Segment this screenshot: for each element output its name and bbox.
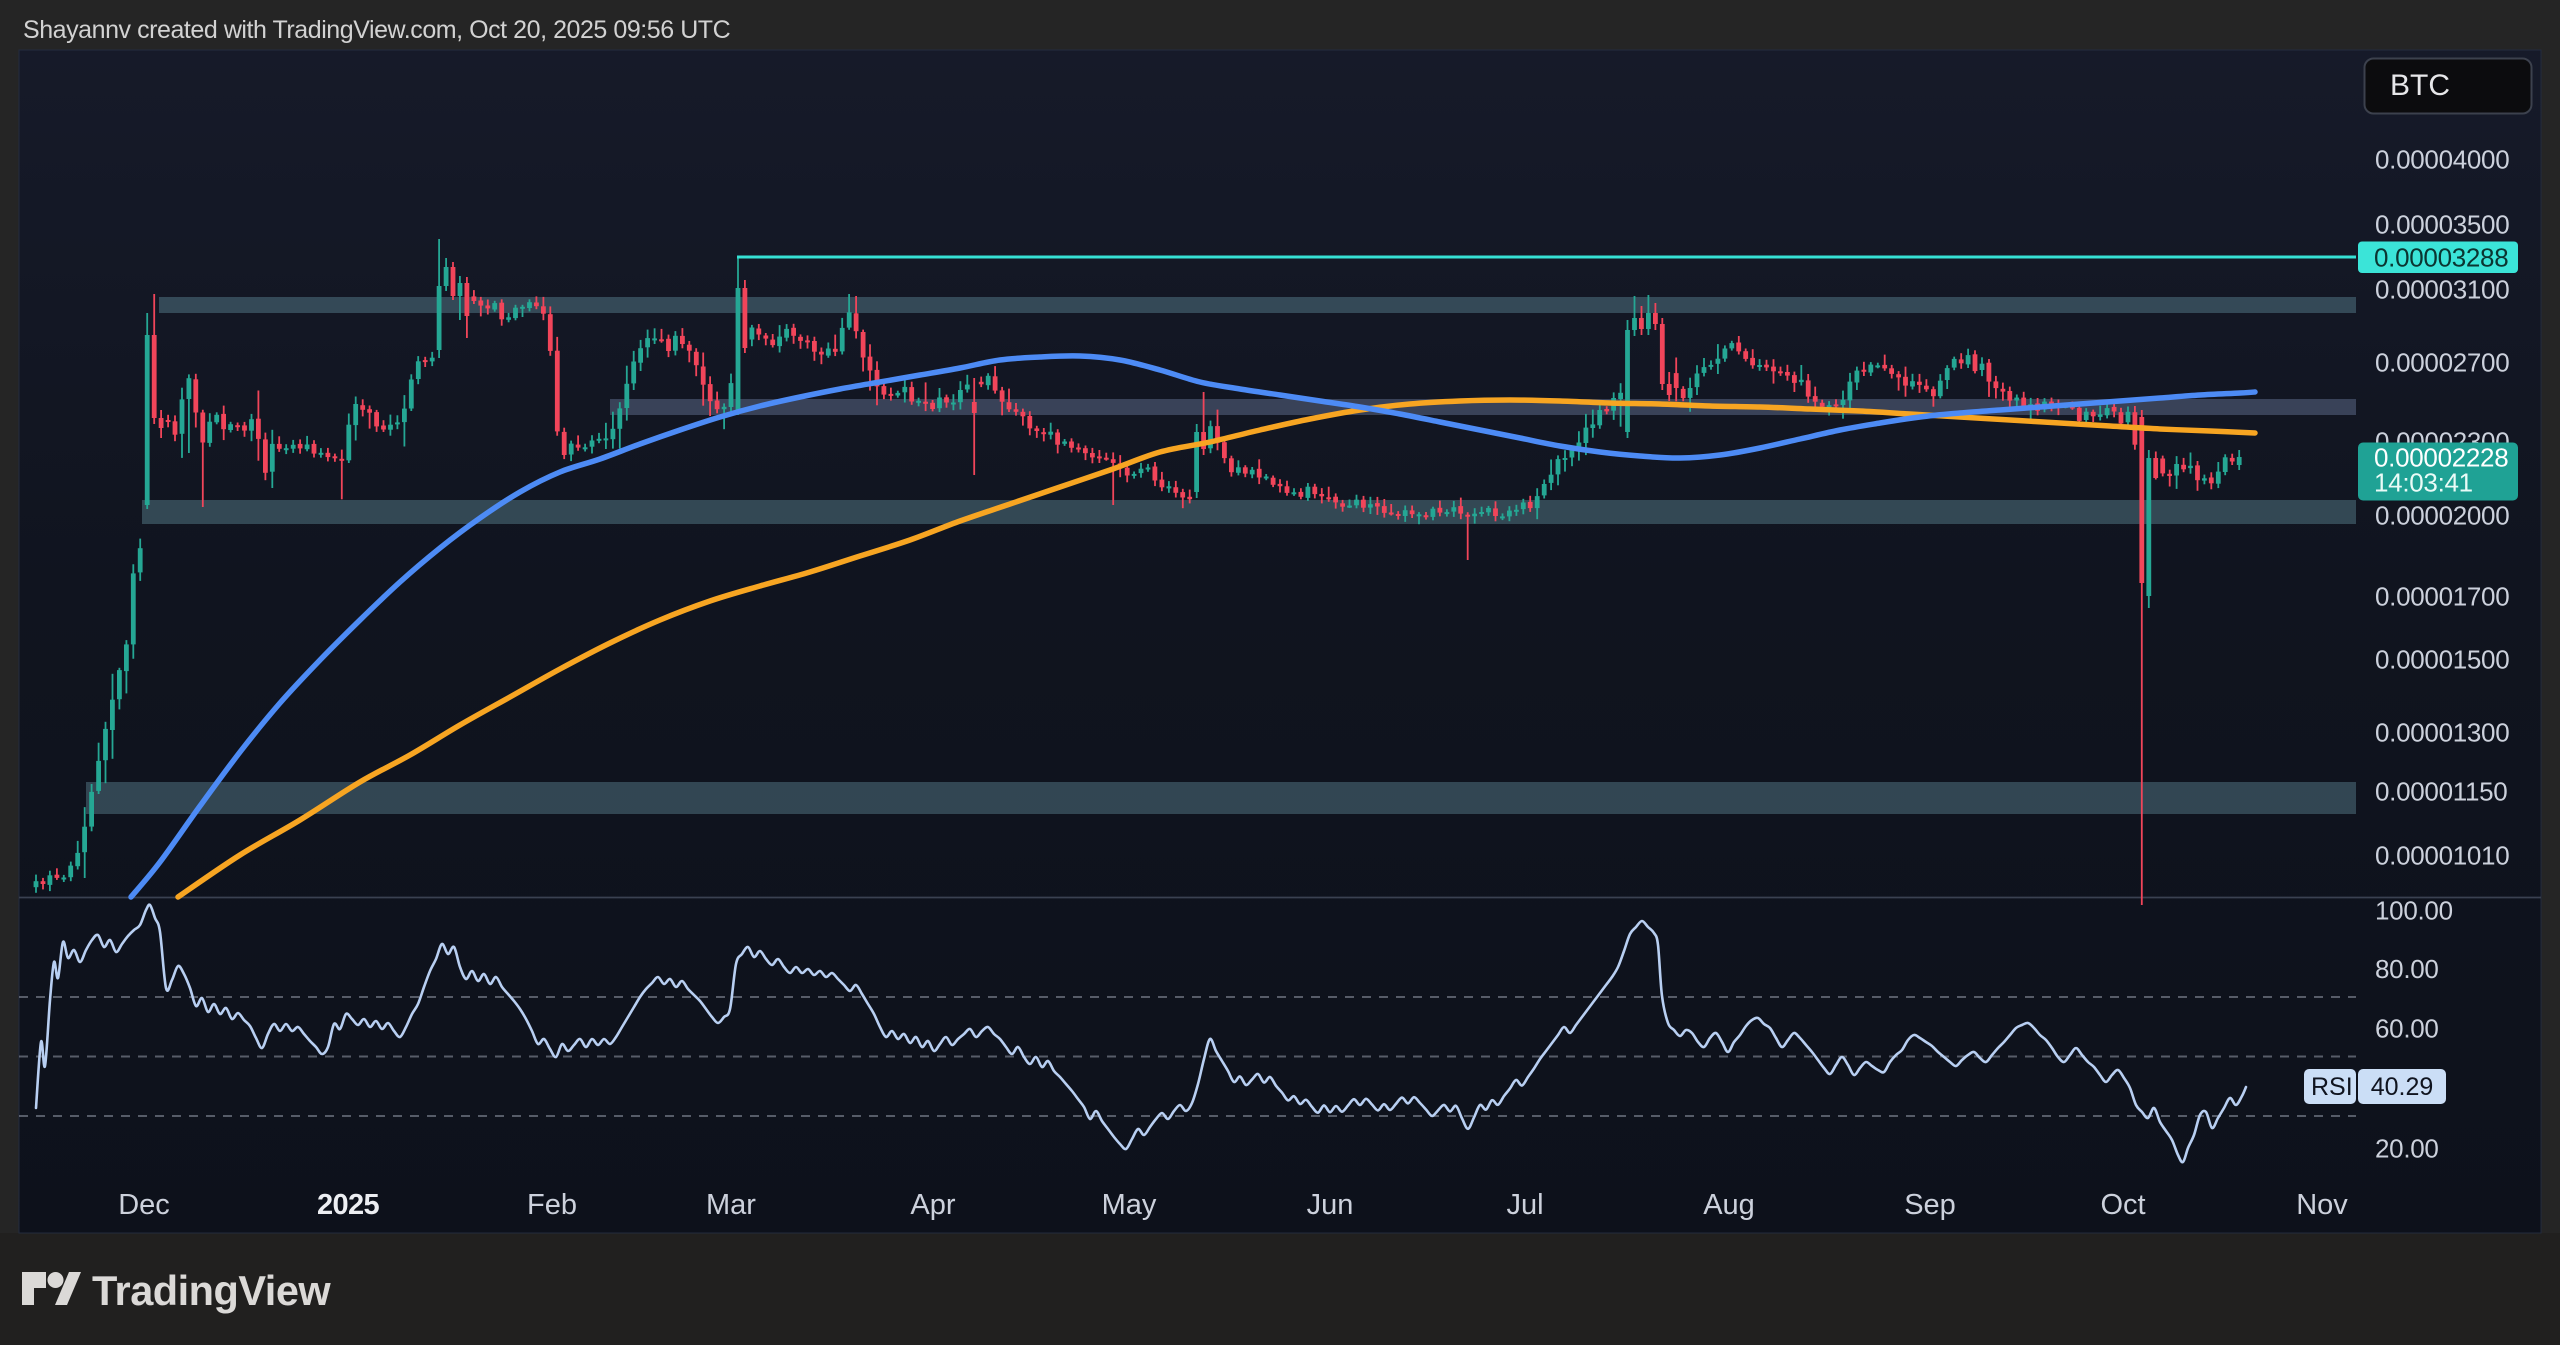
svg-text:RSI: RSI (2311, 1073, 2353, 1101)
svg-text:Feb: Feb (527, 1189, 577, 1221)
svg-text:0.00001300: 0.00001300 (2375, 718, 2509, 748)
svg-text:14:03:41: 14:03:41 (2374, 468, 2473, 498)
svg-text:May: May (1102, 1189, 1157, 1221)
svg-text:Apr: Apr (910, 1189, 955, 1221)
svg-text:0.00002700: 0.00002700 (2375, 348, 2509, 378)
svg-text:0.00003500: 0.00003500 (2375, 210, 2509, 240)
svg-text:0.00001150: 0.00001150 (2375, 777, 2507, 807)
svg-text:TradingView: TradingView (92, 1267, 331, 1314)
svg-text:0.00001700: 0.00001700 (2375, 582, 2509, 612)
svg-text:Jun: Jun (1307, 1189, 1354, 1221)
svg-text:Oct: Oct (2100, 1189, 2145, 1221)
svg-text:0.00003100: 0.00003100 (2375, 275, 2509, 305)
svg-text:80.00: 80.00 (2375, 954, 2439, 984)
svg-text:0.00001010: 0.00001010 (2375, 841, 2509, 871)
svg-text:40.29: 40.29 (2371, 1073, 2434, 1101)
svg-text:Aug: Aug (1703, 1189, 1755, 1221)
svg-text:Sep: Sep (1904, 1189, 1956, 1221)
svg-text:Dec: Dec (118, 1189, 170, 1221)
svg-text:60.00: 60.00 (2375, 1014, 2439, 1044)
svg-text:BTC: BTC (2390, 69, 2450, 102)
svg-text:0.00002000: 0.00002000 (2375, 501, 2509, 531)
svg-text:Jul: Jul (1506, 1189, 1543, 1221)
svg-text:Shayannv created with TradingV: Shayannv created with TradingView.com, O… (23, 16, 731, 44)
svg-text:0.00001500: 0.00001500 (2375, 645, 2509, 675)
svg-text:0.00003288: 0.00003288 (2374, 243, 2508, 273)
svg-text:Nov: Nov (2296, 1189, 2348, 1221)
svg-text:0.00004000: 0.00004000 (2375, 145, 2509, 175)
svg-text:20.00: 20.00 (2375, 1134, 2439, 1164)
svg-text:100.00: 100.00 (2375, 896, 2453, 926)
svg-text:Mar: Mar (706, 1189, 756, 1221)
svg-text:2025: 2025 (317, 1189, 380, 1221)
